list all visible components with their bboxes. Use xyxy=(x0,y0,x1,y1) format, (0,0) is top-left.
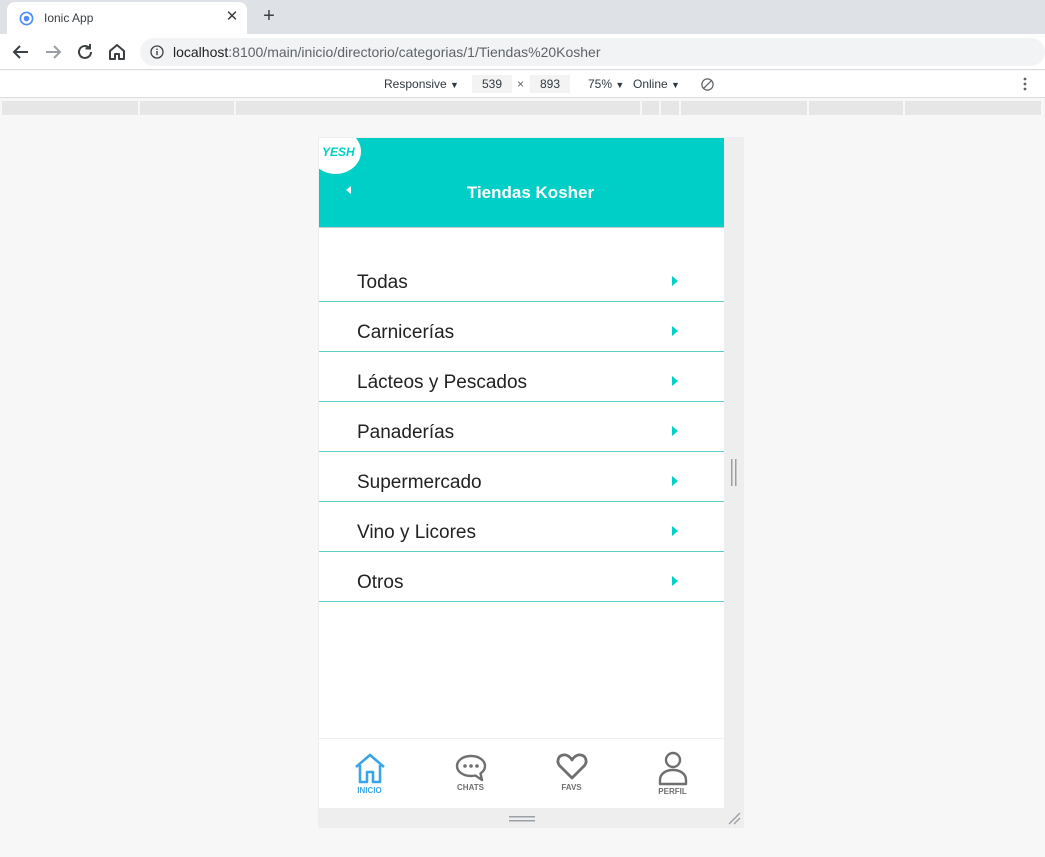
device-mode-label: Responsive xyxy=(384,77,447,91)
browser-tab[interactable]: Ionic App ✕ xyxy=(7,2,247,34)
category-label: Lácteos y Pescados xyxy=(357,372,528,393)
ionic-logo-icon xyxy=(19,11,34,26)
network-throttle-select[interactable]: Online ▼ xyxy=(633,77,680,91)
app-header: YESH Tiendas Kosher xyxy=(319,138,724,228)
tab-label: FAVS xyxy=(561,783,582,792)
url-text: localhost:8100/main/inicio/directorio/ca… xyxy=(173,44,601,60)
url-path: :8100/main/inicio/directorio/categorias/… xyxy=(228,44,601,60)
resize-height-handle[interactable] xyxy=(509,816,535,822)
tab-perfil[interactable]: PERFIL xyxy=(622,739,723,808)
tab-chats[interactable]: CHATS xyxy=(420,739,521,808)
logo-text: YESH xyxy=(322,145,355,159)
device-mode-select[interactable]: Responsive ▼ xyxy=(384,77,459,91)
dimension-separator: × xyxy=(517,77,525,91)
media-query-segment[interactable] xyxy=(681,101,807,115)
category-list: Todas Carnicerías Lácteos y Pescados Pan… xyxy=(319,252,724,602)
media-query-bar xyxy=(0,99,1045,116)
media-query-segment[interactable] xyxy=(642,101,659,115)
media-query-segment[interactable] xyxy=(905,101,1041,115)
reload-icon[interactable] xyxy=(73,40,97,64)
category-item[interactable]: Supermercado xyxy=(319,452,724,502)
category-item[interactable]: Panaderías xyxy=(319,402,724,452)
zoom-select[interactable]: 75% ▼ xyxy=(588,77,624,91)
tab-label: CHATS xyxy=(457,783,484,792)
browser-tab-strip: Ionic App ✕ + xyxy=(0,0,1045,34)
media-query-segment[interactable] xyxy=(236,101,640,115)
zoom-label: 75% xyxy=(588,77,613,91)
tab-label: INICIO xyxy=(357,786,382,795)
tab-inicio[interactable]: INICIO xyxy=(319,739,420,808)
category-label: Panaderías xyxy=(357,422,455,443)
category-label: Carnicerías xyxy=(357,322,455,343)
home-icon[interactable] xyxy=(105,40,129,64)
tab-title: Ionic App xyxy=(44,11,94,25)
page-title: Tiendas Kosher xyxy=(466,183,595,202)
tab-label: PERFIL xyxy=(658,787,687,796)
chevron-right-icon xyxy=(672,526,678,536)
media-query-segment[interactable] xyxy=(809,101,903,115)
forward-arrow-icon[interactable] xyxy=(41,40,65,64)
viewport-width-input[interactable]: 539 xyxy=(472,75,512,93)
rotate-icon[interactable] xyxy=(700,77,715,92)
back-arrow-icon[interactable] xyxy=(9,40,33,64)
app-logo[interactable]: YESH xyxy=(319,138,361,174)
device-toolbar: Responsive ▼ 539 × 893 75% ▼ Online ▼ xyxy=(0,71,1045,98)
category-label: Supermercado xyxy=(357,472,482,493)
category-label: Vino y Licores xyxy=(357,522,476,543)
tab-favs[interactable]: FAVS xyxy=(521,739,622,808)
person-icon xyxy=(658,751,687,786)
media-query-segment[interactable] xyxy=(661,101,679,115)
chevron-right-icon xyxy=(672,326,678,336)
chevron-right-icon xyxy=(672,576,678,586)
category-label: Todas xyxy=(357,272,408,293)
chat-icon xyxy=(455,754,486,782)
resize-corner-handle[interactable] xyxy=(727,811,741,825)
viewport-height-input[interactable]: 893 xyxy=(530,75,570,93)
address-bar[interactable]: localhost:8100/main/inicio/directorio/ca… xyxy=(140,38,1045,66)
chevron-right-icon xyxy=(672,476,678,486)
caret-down-icon: ▼ xyxy=(671,80,680,90)
network-label: Online xyxy=(633,77,668,91)
tab-close-icon[interactable]: ✕ xyxy=(223,8,241,26)
caret-down-icon: ▼ xyxy=(615,80,625,90)
category-item[interactable]: Vino y Licores xyxy=(319,502,724,552)
home-icon xyxy=(354,753,385,784)
site-info-icon[interactable] xyxy=(150,45,164,59)
chevron-right-icon xyxy=(672,376,678,386)
chevron-right-icon xyxy=(672,426,678,436)
more-options-icon[interactable] xyxy=(1019,76,1031,92)
category-item[interactable]: Otros xyxy=(319,552,724,602)
app-viewport: YESH Tiendas Kosher Todas Carnicerías Lá… xyxy=(319,138,724,808)
media-query-segment[interactable] xyxy=(140,101,234,115)
browser-toolbar: localhost:8100/main/inicio/directorio/ca… xyxy=(0,34,1045,70)
caret-down-icon: ▼ xyxy=(450,80,459,90)
url-host: localhost xyxy=(173,44,229,60)
new-tab-button[interactable]: + xyxy=(258,6,280,28)
category-item[interactable]: Carnicerías xyxy=(319,302,724,352)
bottom-tab-bar: INICIO CHATS FAVS PERFIL xyxy=(319,738,724,808)
chevron-right-icon xyxy=(672,276,678,286)
heart-icon xyxy=(556,753,587,780)
category-item[interactable]: Todas xyxy=(319,252,724,302)
resize-width-handle[interactable] xyxy=(731,459,737,486)
media-query-segment[interactable] xyxy=(2,101,138,115)
category-label: Otros xyxy=(357,572,404,593)
category-item[interactable]: Lácteos y Pescados xyxy=(319,352,724,402)
